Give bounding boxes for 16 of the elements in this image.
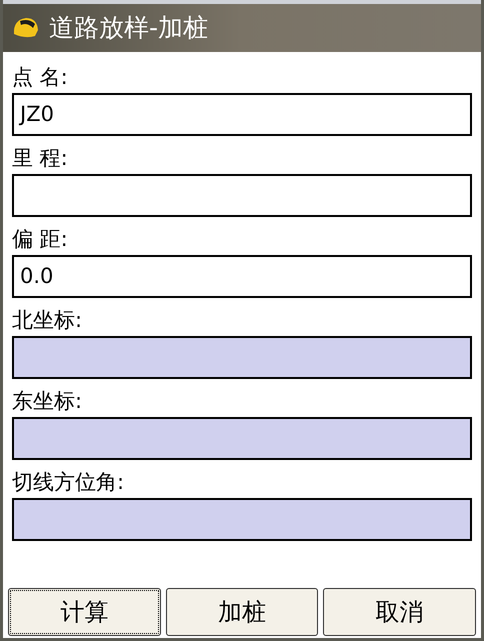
field-label: 里 程: bbox=[12, 145, 68, 171]
field-label: 北坐标: bbox=[12, 307, 82, 333]
field-label: 东坐标: bbox=[12, 388, 82, 414]
action-button[interactable]: 加桩 bbox=[166, 588, 318, 636]
input-field[interactable]: JZ0 bbox=[12, 93, 472, 136]
window-title: 道路放样-加桩 bbox=[49, 12, 208, 44]
action-button[interactable]: 取消 bbox=[323, 588, 476, 636]
input-field[interactable] bbox=[12, 498, 472, 541]
input-field[interactable] bbox=[12, 336, 472, 379]
field-label: 偏 距: bbox=[12, 226, 68, 252]
field-label: 点 名: bbox=[12, 64, 68, 90]
input-field[interactable]: 0.0 bbox=[12, 255, 472, 298]
input-field[interactable] bbox=[12, 174, 472, 217]
field-label: 切线方位角: bbox=[12, 469, 124, 495]
action-button[interactable]: 计算 bbox=[8, 588, 161, 636]
input-field[interactable] bbox=[12, 417, 472, 460]
